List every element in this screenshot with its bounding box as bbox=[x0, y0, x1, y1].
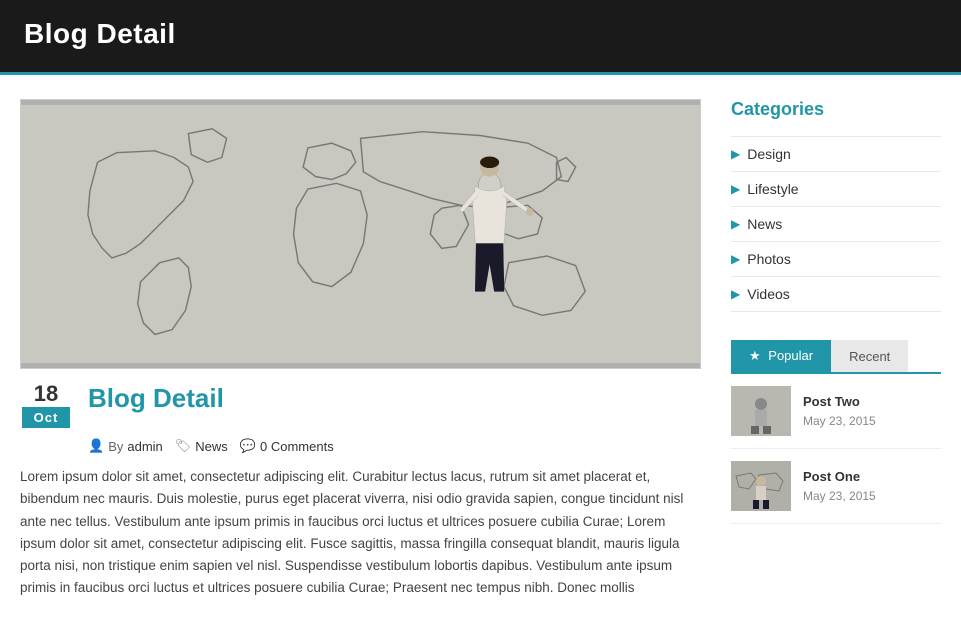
tab-recent[interactable]: Recent bbox=[831, 340, 908, 372]
popular-posts-list: Post Two May 23, 2015 bbox=[731, 374, 941, 524]
list-item: ▶ Lifestyle bbox=[731, 172, 941, 207]
popular-post-item: Post One May 23, 2015 bbox=[731, 449, 941, 524]
post-info: 👤 By admin 🏷 News 💬 0 Comments bbox=[88, 438, 701, 454]
tab-recent-label: Recent bbox=[849, 349, 890, 364]
arrow-icon: ▶ bbox=[731, 287, 740, 301]
post-month: Oct bbox=[22, 407, 71, 428]
post-meta-row: 18 Oct Blog Detail bbox=[20, 383, 701, 428]
popular-post-date: May 23, 2015 bbox=[803, 489, 876, 503]
post-info-block: Post Two May 23, 2015 bbox=[803, 394, 876, 428]
popular-post-link[interactable]: Post Two bbox=[803, 394, 876, 409]
author-link[interactable]: admin bbox=[127, 439, 162, 454]
post-category-info: 🏷 News bbox=[175, 438, 228, 454]
tab-popular[interactable]: ★ Popular bbox=[731, 340, 831, 372]
list-item: ▶ News bbox=[731, 207, 941, 242]
arrow-icon: ▶ bbox=[731, 182, 740, 196]
comments-link[interactable]: 0 Comments bbox=[260, 439, 334, 454]
main-container: 18 Oct Blog Detail 👤 By admin 🏷 News 💬 0… bbox=[0, 75, 961, 624]
star-icon: ★ bbox=[749, 348, 761, 363]
list-item: ▶ Design bbox=[731, 136, 941, 172]
sidebar: Categories ▶ Design ▶ Lifestyle ▶ News ▶… bbox=[731, 99, 941, 600]
arrow-icon: ▶ bbox=[731, 147, 740, 161]
page-title: Blog Detail bbox=[24, 18, 937, 50]
date-block: 18 Oct bbox=[20, 383, 72, 428]
post-title: Blog Detail bbox=[88, 383, 224, 414]
page-header: Blog Detail bbox=[0, 0, 961, 75]
categories-title: Categories bbox=[731, 99, 941, 120]
post-comments-info: 💬 0 Comments bbox=[240, 438, 334, 454]
world-map-svg bbox=[21, 100, 700, 368]
arrow-icon: ▶ bbox=[731, 217, 740, 231]
hero-image bbox=[20, 99, 701, 369]
post-thumbnail bbox=[731, 461, 791, 511]
list-item: ▶ Videos bbox=[731, 277, 941, 312]
category-link-photos[interactable]: Photos bbox=[747, 251, 791, 267]
post-day: 18 bbox=[34, 383, 58, 405]
post-info-block: Post One May 23, 2015 bbox=[803, 469, 876, 503]
tab-popular-label: Popular bbox=[768, 348, 813, 363]
post-body: Lorem ipsum dolor sit amet, consectetur … bbox=[20, 466, 701, 600]
post-thumbnail bbox=[731, 386, 791, 436]
category-list: ▶ Design ▶ Lifestyle ▶ News ▶ Photos ▶ V… bbox=[731, 136, 941, 312]
category-link[interactable]: News bbox=[195, 439, 228, 454]
post-author-info: 👤 By admin bbox=[88, 438, 163, 454]
arrow-icon: ▶ bbox=[731, 252, 740, 266]
popular-post-item: Post Two May 23, 2015 bbox=[731, 374, 941, 449]
category-link-news[interactable]: News bbox=[747, 216, 782, 232]
tabs-container: ★ Popular Recent bbox=[731, 340, 941, 374]
tag-icon: 🏷 bbox=[175, 438, 192, 454]
category-link-design[interactable]: Design bbox=[747, 146, 791, 162]
popular-post-link[interactable]: Post One bbox=[803, 469, 876, 484]
list-item: ▶ Photos bbox=[731, 242, 941, 277]
popular-post-date: May 23, 2015 bbox=[803, 414, 876, 428]
user-icon: 👤 bbox=[88, 438, 104, 454]
category-link-videos[interactable]: Videos bbox=[747, 286, 790, 302]
comment-icon: 💬 bbox=[240, 438, 256, 454]
main-content: 18 Oct Blog Detail 👤 By admin 🏷 News 💬 0… bbox=[20, 99, 701, 600]
category-link-lifestyle[interactable]: Lifestyle bbox=[747, 181, 798, 197]
